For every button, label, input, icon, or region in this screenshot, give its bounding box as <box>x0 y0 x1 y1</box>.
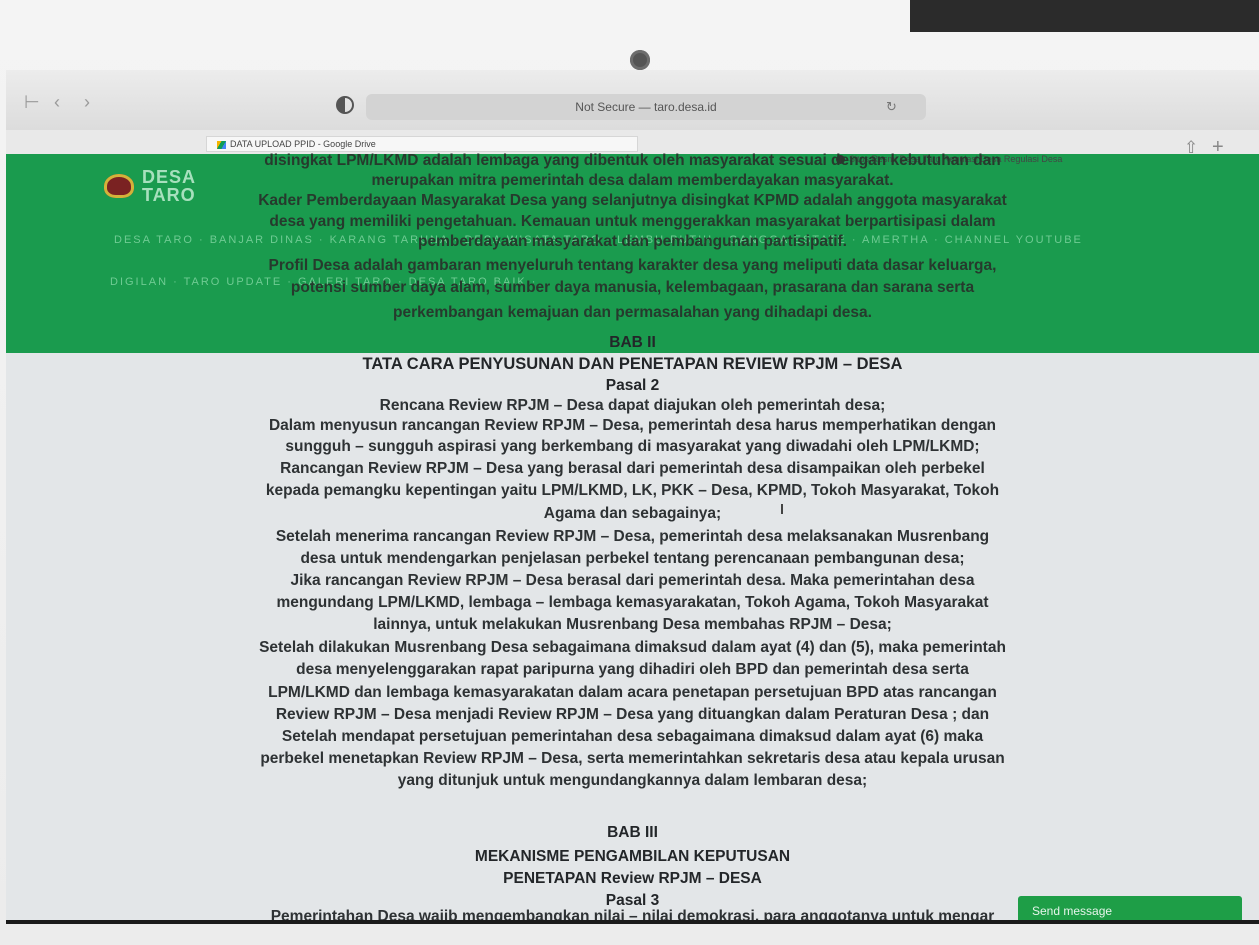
sidebar-toggle-icon[interactable]: ⊢ <box>24 92 40 113</box>
pasal-2-line: Setelah menerima rancangan Review RPJM –… <box>275 528 990 545</box>
pasal-2-line: Agama dan sebagainya; <box>543 505 722 522</box>
back-icon[interactable]: ‹ <box>54 92 60 113</box>
article-line: perkembangan kemajuan dan permasalahan y… <box>393 304 872 321</box>
article-line: merupakan mitra pemerintah desa dalam me… <box>371 172 894 189</box>
text-cursor-icon <box>781 504 783 514</box>
pasal-2-line: desa menyelenggarakan rapat paripurna ya… <box>296 661 969 678</box>
bab-iii-heading: BAB III <box>607 824 658 841</box>
article-line: disingkat LPM/LKMD adalah lembaga yang d… <box>264 152 1001 169</box>
article-line: Kader Pemberdayaan Masyarakat Desa yang … <box>258 192 1007 209</box>
privacy-icon[interactable] <box>336 96 354 114</box>
bookmark-google-drive[interactable]: DATA UPLOAD PPID - Google Drive <box>206 136 638 152</box>
article-line: pemberdayaan masyarakat dan pembangunan … <box>418 233 847 250</box>
pasal-2-line: Review RPJM – Desa menjadi Review RPJM –… <box>275 706 990 723</box>
bab-iii-subtitle: MEKANISME PENGAMBILAN KEPUTUSAN <box>474 848 791 865</box>
pasal-2-line: Setelah dilakukan Musrenbang Desa sebaga… <box>259 639 1006 656</box>
pasal-2-line: kepada pemangku kepentingan yaitu LPM/LK… <box>265 482 1000 499</box>
reload-icon[interactable]: ↻ <box>886 99 897 115</box>
bookmarks-bar: DATA UPLOAD PPID - Google Drive Situs Re… <box>6 130 1259 165</box>
pasal-2-heading: Pasal 2 <box>605 377 660 394</box>
pasal-2-line: yang ditunjuk untuk mengundangkannya dal… <box>397 772 868 789</box>
bab-ii-subtitle: TATA CARA PENYUSUNAN DAN PENETAPAN REVIE… <box>362 355 903 373</box>
pasal-2-line: Rencana Review RPJM – Desa dapat diajuka… <box>379 397 886 414</box>
article-line: desa yang memiliki pengetahuan. Kemauan … <box>269 213 996 230</box>
pasal-2-line: perbekel menetapkan Review RPJM – Desa, … <box>260 750 1005 767</box>
pasal-2-line: desa untuk mendengarkan penjelasan perbe… <box>300 550 965 567</box>
address-bar[interactable]: Not Secure — taro.desa.id <box>366 94 926 120</box>
pasal-2-line: Rancangan Review RPJM – Desa yang berasa… <box>280 460 985 477</box>
pasal-2-line: LPM/LKMD dan lembaga kemasyarakatan dala… <box>268 684 997 701</box>
pasal-2-line: lainnya, untuk melakukan Musrenbang Desa… <box>373 616 892 633</box>
pasal-2-line: Setelah mendapat persetujuan pemerintaha… <box>281 728 984 745</box>
background-edge <box>910 0 1259 32</box>
forward-icon[interactable]: › <box>84 92 90 113</box>
bookmark-label: DATA UPLOAD PPID - Google Drive <box>230 139 376 149</box>
bab-ii-heading: BAB II <box>609 334 656 351</box>
pasal-2-line: mengundang LPM/LKMD, lembaga – lembaga k… <box>276 594 989 611</box>
bab-iii-subtitle-2: PENETAPAN Review RPJM – DESA <box>503 870 762 887</box>
google-drive-icon <box>217 140 226 149</box>
pasal-2-line: Dalam menyusun rancangan Review RPJM – D… <box>268 417 997 434</box>
pasal-2-line: Jika rancangan Review RPJM – Desa berasa… <box>290 572 975 589</box>
send-message-button[interactable]: Send message <box>1018 896 1242 920</box>
article-line: potensi sumber daya alam, sumber daya ma… <box>290 279 975 296</box>
pasal-2-line: sungguh – sungguh aspirasi yang berkemba… <box>285 438 980 455</box>
webcam-icon <box>630 50 650 70</box>
screen: ⊢ ‹ › Not Secure — taro.desa.id ↻ DESA T… <box>6 70 1259 924</box>
article-line: Profil Desa adalah gambaran menyeluruh t… <box>268 257 997 274</box>
browser-toolbar: ⊢ ‹ › Not Secure — taro.desa.id ↻ <box>6 70 1259 131</box>
